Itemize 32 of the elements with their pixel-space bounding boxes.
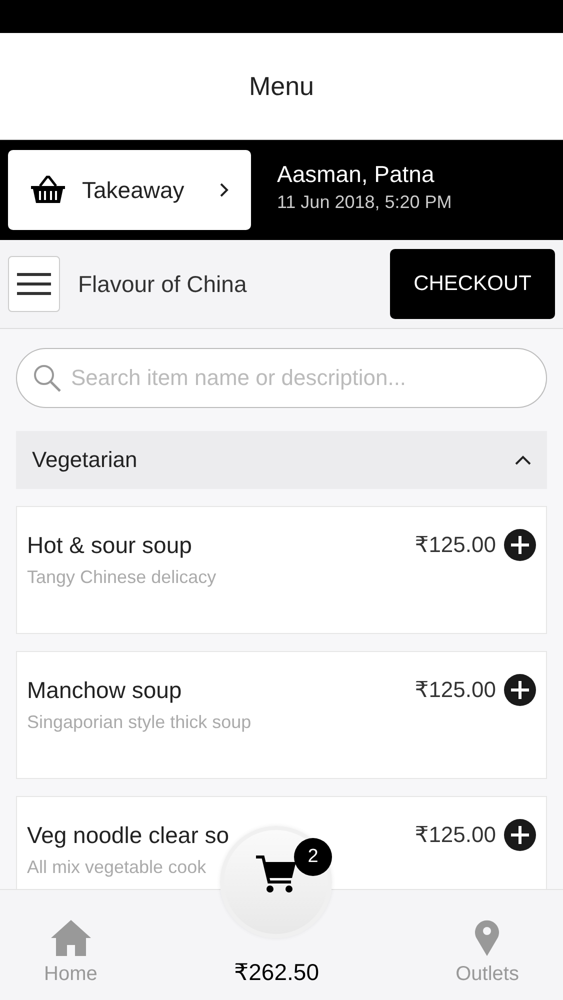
item-description: Singaporian style thick soup [27,712,252,733]
item-name: Hot & sour soup [27,532,192,558]
page-title: Menu [248,70,314,102]
outlet-name: Aasman, Patna [277,161,436,188]
add-icon[interactable] [504,819,536,851]
item-description: Tangy Chinese delicacy [27,567,216,588]
category-header[interactable]: Vegetarian [16,431,547,489]
chevron-right-icon [219,182,229,198]
add-icon[interactable] [504,529,536,561]
search-field[interactable]: Search item name or description... [16,348,547,408]
location-pin-icon [474,919,500,957]
item-price: ₹125.00 [414,532,496,558]
menu-item-card[interactable]: Manchow soup ₹125.00 Singaporian style thick soup [16,651,547,779]
search-icon [32,363,62,393]
menu-icon [17,272,51,296]
item-price: ₹125.00 [414,677,496,703]
cart-total: ₹262.50 [234,959,319,986]
chevron-up-icon [515,455,531,465]
restaurant-name: Flavour of China [78,270,248,298]
order-type-button[interactable]: Takeaway [8,150,251,230]
house-icon [50,919,92,957]
cart-icon [255,854,298,894]
item-name: Veg noodle clear so [27,822,230,848]
basket-icon [30,175,66,205]
item-name: Manchow soup [27,676,182,704]
order-datetime: 11 Jun 2018, 5:20 PM [277,192,452,213]
item-description: All mix vegetable cook [27,857,206,878]
add-icon[interactable] [504,674,536,706]
checkout-button[interactable]: CHECKOUT [390,249,555,319]
menu-item-card[interactable]: Hot & sour soup ₹125.00 Tangy Chinese delicacy [16,506,547,634]
menu-button[interactable] [8,256,60,312]
item-price: ₹125.00 [414,822,496,848]
